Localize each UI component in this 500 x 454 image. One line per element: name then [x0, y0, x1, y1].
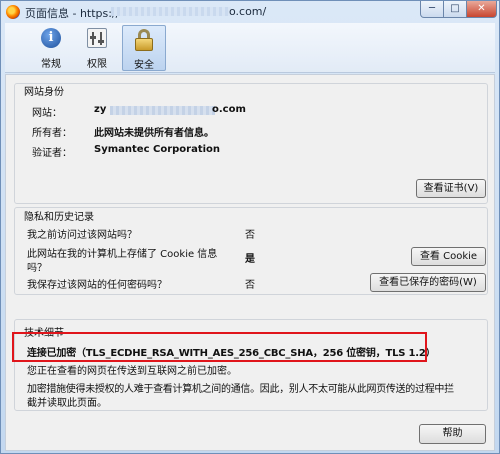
security-panel: 网站身份 网站： zy o.com 所有者： 此网站未提供所有者信息。 验证者：… [5, 74, 495, 451]
verifier-label: 验证者： [32, 148, 72, 159]
view-cookie-button[interactable]: 查看 Cookie [411, 247, 486, 266]
tab-permissions-label: 权限 [87, 59, 107, 70]
website-redaction [110, 106, 215, 115]
title-redaction [111, 7, 231, 16]
lock-icon [134, 29, 154, 51]
tab-permissions[interactable]: 权限 [78, 25, 116, 71]
cookie-answer: 是 [245, 254, 255, 265]
minimize-button[interactable]: ─ [420, 1, 444, 18]
tab-general-label: 常规 [41, 59, 61, 70]
website-identity-heading: 网站身份 [24, 87, 64, 98]
permissions-icon [87, 28, 107, 48]
encryption-description-line2: 截并读取此页面。 [27, 398, 107, 409]
website-identity-group: 网站身份 网站： zy o.com 所有者： 此网站未提供所有者信息。 验证者：… [14, 83, 488, 204]
title-bar: 页面信息 - https:// o.com/ ─ □ ✕ [1, 1, 499, 23]
verifier-value: Symantec Corporation [94, 144, 221, 155]
window-title-suffix: o.com/ [229, 5, 267, 18]
owner-value: 此网站未提供所有者信息。 [94, 128, 214, 139]
website-value-suffix: o.com [212, 104, 246, 115]
help-button[interactable]: 帮助 [419, 424, 486, 444]
website-label: 网站： [32, 108, 62, 119]
owner-label: 所有者： [32, 128, 72, 139]
firefox-icon [6, 5, 20, 19]
close-button[interactable]: ✕ [466, 1, 497, 18]
cookie-question-line1: 此网站在我的计算机上存储了 Cookie 信息 [27, 249, 218, 260]
page-info-window: 页面信息 - https:// o.com/ ─ □ ✕ i 常规 权限 安全 [0, 0, 500, 454]
password-answer: 否 [245, 280, 255, 291]
visited-answer: 否 [245, 230, 255, 241]
privacy-history-heading: 隐私和历史记录 [24, 212, 94, 223]
privacy-history-group: 隐私和历史记录 我之前访问过该网站吗？ 否 此网站在我的计算机上存储了 Cook… [14, 207, 488, 295]
view-saved-passwords-button[interactable]: 查看已保存的密码(W) [370, 273, 486, 292]
page-info-toolbar: i 常规 权限 安全 [5, 23, 495, 73]
highlight-annotation-box [12, 332, 427, 362]
encryption-description-line1: 加密措施使得未授权的人难于查看计算机之间的通信。因此，别人不太可能从此网页传送的… [27, 384, 454, 395]
maximize-button[interactable]: □ [443, 1, 467, 18]
password-question: 我保存过该网站的任何密码吗？ [27, 280, 167, 291]
info-icon: i [41, 28, 61, 48]
cookie-question-line2: 吗？ [27, 263, 47, 274]
tab-security[interactable]: 安全 [122, 25, 166, 71]
view-certificate-button[interactable]: 查看证书(V) [416, 179, 486, 198]
tab-security-label: 安全 [134, 60, 154, 71]
visited-question: 我之前访问过该网站吗？ [27, 230, 137, 241]
encrypted-note: 您正在查看的网页在传送到互联网之前已加密。 [27, 366, 237, 377]
window-title-prefix: 页面信息 - https:// [25, 7, 120, 20]
website-value-prefix: zy [94, 104, 107, 115]
tab-general[interactable]: i 常规 [32, 25, 70, 71]
